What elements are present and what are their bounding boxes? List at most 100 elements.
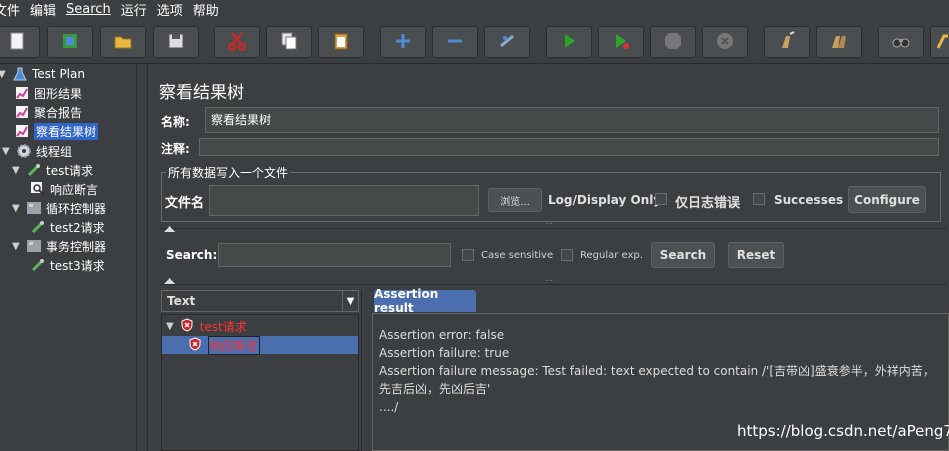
tree-item-test-plan[interactable]: ▼ Test Plan <box>0 65 85 83</box>
expand-icon <box>392 30 414 55</box>
menu-run[interactable]: 运行 <box>121 0 157 19</box>
start-no-pause-icon <box>610 30 632 55</box>
cut-icon <box>226 30 248 55</box>
graph-icon <box>14 104 30 120</box>
log-display-label: Log/Display Only: <box>548 193 666 207</box>
successes-checkbox[interactable] <box>753 193 765 205</box>
error-shield-icon <box>188 336 202 354</box>
menu-help[interactable]: 帮助 <box>193 0 229 19</box>
splitter[interactable] <box>160 228 946 234</box>
menu-edit[interactable]: 编辑 <box>30 0 66 19</box>
tree-toggle[interactable]: ▼ <box>12 165 22 176</box>
tree-item-test3-request[interactable]: test3请求 <box>30 256 105 274</box>
shutdown-button[interactable] <box>702 26 748 58</box>
save-button[interactable] <box>153 26 199 58</box>
toggle-button[interactable] <box>484 26 530 58</box>
menu-options[interactable]: 选项 <box>157 0 193 19</box>
templates-icon <box>59 30 81 55</box>
result-item[interactable]: ▼ test请求 <box>166 317 247 335</box>
assertion-result-text: Assertion error: false Assertion failure… <box>379 326 935 416</box>
configure-button[interactable]: Configure <box>848 186 926 213</box>
result-item-selected[interactable]: 响应断言 <box>162 335 358 355</box>
case-sensitive-checkbox[interactable] <box>462 249 474 261</box>
write-to-file-title: 所有数据写入一个文件 <box>166 164 291 181</box>
tree-item-loop-controller[interactable]: ▼ 循环控制器 <box>12 199 106 217</box>
browse-button[interactable]: 浏览... <box>488 188 542 212</box>
pipette-icon <box>30 257 46 273</box>
new-button[interactable] <box>0 26 40 58</box>
clear-button[interactable] <box>764 26 810 58</box>
start-button[interactable] <box>546 26 592 58</box>
tree-item-response-assertion[interactable]: 响应断言 <box>30 180 98 198</box>
tree-item-label: test请求 <box>46 163 94 178</box>
tree-item-view-results-tree[interactable]: 察看结果树 <box>14 122 99 140</box>
errors-only-label: 仅日志错误 <box>675 196 741 211</box>
menu-bar: 文件 编辑 Search 运行 选项 帮助 <box>0 0 949 19</box>
stop-button[interactable] <box>650 26 696 58</box>
renderer-select-value: Text <box>167 294 196 308</box>
tree-item-test-request[interactable]: ▼ test请求 <box>12 161 93 179</box>
start-no-pauses-button[interactable] <box>598 26 644 58</box>
results-splitter[interactable] <box>361 290 367 451</box>
paste-icon <box>330 30 352 55</box>
search-tree-button[interactable] <box>878 26 924 58</box>
chevron-down-icon[interactable]: ▼ <box>342 291 358 311</box>
tree-toggle[interactable]: ▼ <box>0 69 8 80</box>
regexp-checkbox[interactable] <box>561 249 573 261</box>
tree-item-label: 循环控制器 <box>46 201 107 216</box>
open-icon <box>112 30 134 55</box>
controller-icon <box>26 200 42 216</box>
tree-item-test2-request[interactable]: test2请求 <box>30 218 105 236</box>
open-button[interactable] <box>100 26 146 58</box>
clear-all-button[interactable] <box>816 26 862 58</box>
reset-button[interactable]: Reset <box>728 242 784 268</box>
stop-icon <box>662 30 684 55</box>
tree-item-label: test3请求 <box>50 258 105 273</box>
splitter-arrows-icon[interactable]: ◢◣ <box>164 276 175 285</box>
comment-label: 注释: <box>161 142 190 156</box>
reset-search-icon <box>934 30 949 55</box>
clear-icon <box>776 30 798 55</box>
templates-button[interactable] <box>47 26 93 58</box>
comment-field[interactable] <box>199 138 939 156</box>
tree-toggle[interactable]: ▼ <box>2 146 12 157</box>
cut-button[interactable] <box>214 26 260 58</box>
collapse-all-button[interactable] <box>432 26 478 58</box>
renderer-select[interactable]: Text ▼ <box>161 290 359 312</box>
expand-all-button[interactable] <box>380 26 426 58</box>
tree-toggle[interactable]: ▼ <box>12 241 22 252</box>
tree-toggle[interactable]: ▼ <box>12 203 22 214</box>
menu-search[interactable]: Search <box>66 2 121 17</box>
tree-item-label: 线程组 <box>36 144 73 159</box>
filename-field[interactable] <box>209 185 479 216</box>
errors-only-checkbox[interactable] <box>655 193 667 205</box>
error-shield-icon <box>180 317 194 335</box>
copy-button[interactable] <box>266 26 312 58</box>
copy-icon <box>278 30 300 55</box>
toggle-icon <box>496 30 518 55</box>
split-divider[interactable] <box>142 64 148 451</box>
magnifier-icon <box>30 181 46 197</box>
tree-item-transaction-controller[interactable]: ▼ 事务控制器 <box>12 237 106 255</box>
assertion-line: Assertion failure: true <box>379 346 510 360</box>
case-sensitive-label: Case sensitive <box>481 250 554 261</box>
tree-toggle[interactable]: ▼ <box>166 321 174 332</box>
menu-file[interactable]: 文件 <box>0 0 30 19</box>
controller-icon <box>26 238 42 254</box>
search-button[interactable]: Search <box>651 242 715 268</box>
tree-item-label: test2请求 <box>50 220 105 235</box>
tree-item-label: 聚合报告 <box>34 105 83 120</box>
tree-item-graph-results[interactable]: 图形结果 <box>14 84 82 102</box>
tree-item-aggregate-report[interactable]: 聚合报告 <box>14 103 82 121</box>
tree-item-thread-group[interactable]: ▼ 线程组 <box>2 142 72 160</box>
search-input[interactable] <box>218 243 451 267</box>
name-field[interactable]: 察看结果树 <box>205 107 939 133</box>
tree-item-label: 察看结果树 <box>34 122 99 140</box>
result-item-label: test请求 <box>199 319 247 334</box>
splitter-arrows-icon[interactable]: ◢◣ <box>164 224 175 233</box>
tree-item-label: 响应断言 <box>50 182 99 197</box>
reset-search-button[interactable] <box>930 26 949 58</box>
tab-assertion-result[interactable]: Assertion result <box>374 287 476 315</box>
tree-item-label: Test Plan <box>32 67 85 81</box>
paste-button[interactable] <box>318 26 364 58</box>
